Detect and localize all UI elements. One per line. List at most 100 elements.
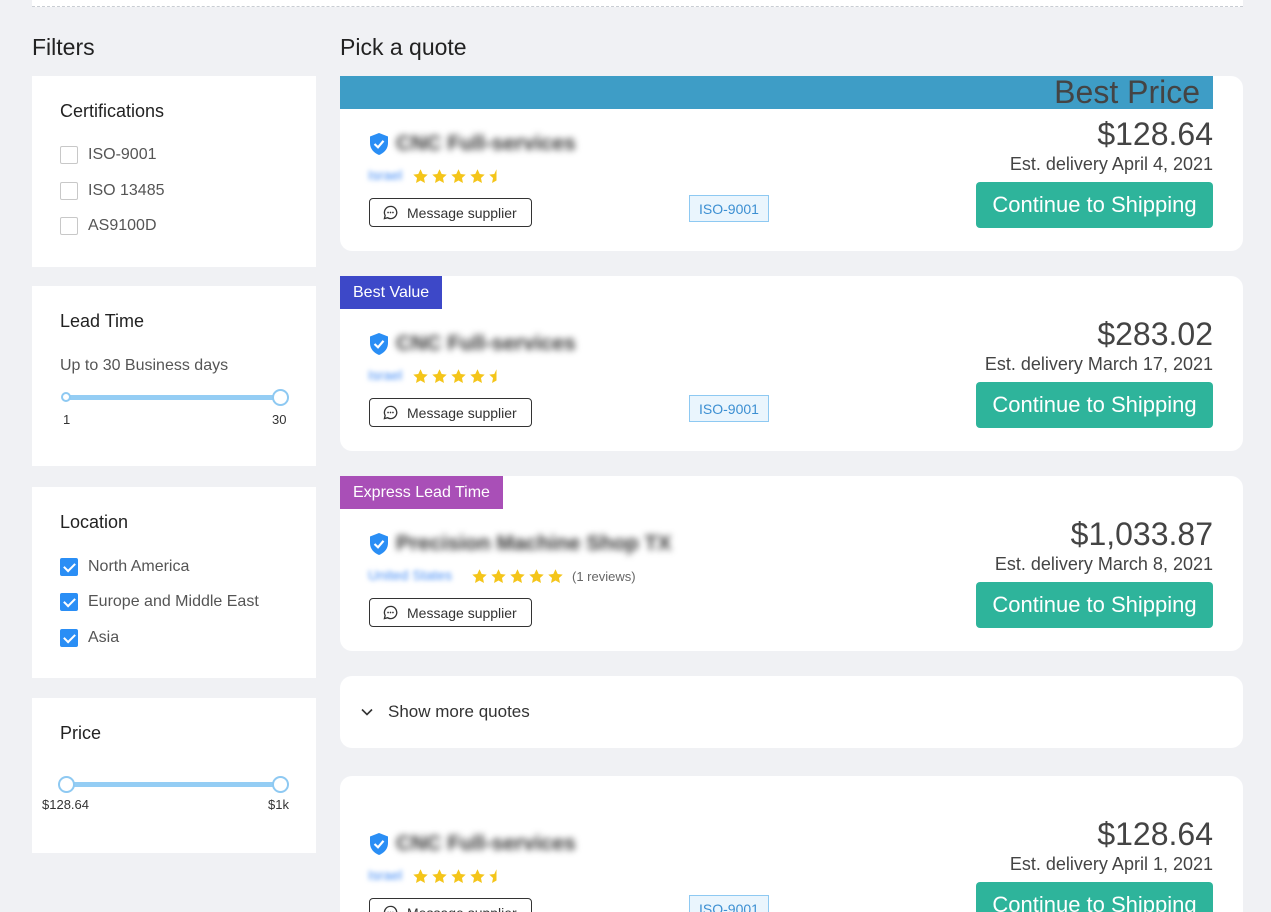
quote-price: $1,033.87 [1070,516,1213,552]
quote-card: Express Lead Time Precision Machine Shop… [340,476,1243,651]
cert-option-label: ISO 13485 [88,182,165,199]
supplier-name[interactable]: CNC Full-services [396,832,576,856]
price-heading: Price [60,723,102,743]
chat-bubble-icon [383,605,398,620]
continue-to-shipping-button[interactable]: Continue to Shipping [976,582,1213,628]
cert-option-label: AS9100D [88,217,157,234]
slider-min-handle[interactable] [61,392,71,402]
rating-stars [412,867,505,885]
price-filter: Price $128.64 $1k [32,698,316,853]
lead-time-heading: Lead Time [60,311,145,331]
quote-price: $128.64 [1097,116,1213,152]
star-icon [451,168,466,183]
rating-stars [412,367,505,385]
slider-max-handle[interactable] [271,389,289,406]
star-icon [470,868,485,883]
lead-time-min-label: 1 [63,412,71,427]
checkbox-checked[interactable] [60,629,78,647]
ribbon-express-lead-time: Express Lead Time [340,476,503,509]
star-icon [413,368,428,383]
star-icon [548,568,563,583]
cert-option-iso-9001[interactable]: ISO-9001 [60,144,156,166]
shield-check-icon [370,333,388,355]
slider-max-handle[interactable] [271,776,289,793]
star-icon [529,568,544,583]
star-icon [472,568,487,583]
checkbox[interactable] [60,182,78,200]
supplier-name[interactable]: Precision Machine Shop TX [396,532,671,556]
rating-stars [412,167,505,185]
cert-option-as9100d[interactable]: AS9100D [60,215,157,237]
message-supplier-button[interactable]: Message supplier [369,398,532,427]
location-option-north-america[interactable]: North America [60,556,189,578]
quotes-title: Pick a quote [340,34,467,60]
quote-card: CNC Full-services Israel Message supplie… [340,776,1243,912]
lead-time-filter: Lead Time Up to 30 Business days 1 30 [32,286,316,466]
quote-card: Best Value CNC Full-services Israel Mess… [340,276,1243,451]
star-icon [451,368,466,383]
checkbox-checked[interactable] [60,558,78,576]
checkbox[interactable] [60,146,78,164]
lead-time-slider[interactable] [61,386,289,408]
supplier-name[interactable]: CNC Full-services [396,332,576,356]
review-count[interactable]: (1 reviews) [572,569,636,584]
ribbon-best-value: Best Value [340,276,443,309]
certifications-filter: Certifications ISO-9001 ISO 13485 AS9100… [32,76,316,267]
lead-time-summary: Up to 30 Business days [60,357,229,374]
rating-stars [471,567,564,585]
checkbox[interactable] [60,217,78,235]
location-option-europe-middle-east[interactable]: Europe and Middle East [60,591,259,613]
supplier-location: United States [368,567,453,583]
continue-to-shipping-button[interactable]: Continue to Shipping [976,882,1213,912]
continue-to-shipping-button[interactable]: Continue to Shipping [976,382,1213,428]
star-icon [491,568,506,583]
ribbon-best-price: Best Price [340,76,1213,109]
location-option-label: Europe and Middle East [88,593,259,610]
cert-option-iso-13485[interactable]: ISO 13485 [60,180,165,202]
location-filter: Location North America Europe and Middle… [32,487,316,678]
chat-bubble-icon [383,905,398,912]
message-supplier-button[interactable]: Message supplier [369,898,532,912]
shield-check-icon [370,133,388,155]
checkbox-checked[interactable] [60,593,78,611]
star-icon [470,168,485,183]
chat-bubble-icon [383,205,398,220]
star-half-icon [489,168,497,183]
message-supplier-button[interactable]: Message supplier [369,598,532,627]
cert-tag: ISO-9001 [689,395,769,422]
est-delivery: Est. delivery March 8, 2021 [994,554,1213,574]
location-option-label: North America [88,558,190,575]
message-supplier-button[interactable]: Message supplier [369,198,532,227]
star-icon [432,368,447,383]
lead-time-max-label: 30 [272,412,287,427]
slider-min-handle[interactable] [57,776,75,793]
location-option-asia[interactable]: Asia [60,627,119,649]
shield-check-icon [370,533,388,555]
chat-bubble-icon [383,405,398,420]
show-more-quotes[interactable]: Show more quotes [340,676,1243,748]
supplier-location: Israel [368,367,403,383]
show-more-label: Show more quotes [388,702,530,721]
chevron-down-icon [361,708,373,716]
star-icon [413,168,428,183]
est-delivery: Est. delivery April 4, 2021 [1009,154,1213,174]
price-max-label: $1k [268,797,289,812]
quote-price: $283.02 [1097,316,1213,352]
supplier-name[interactable]: CNC Full-services [396,132,576,156]
message-supplier-label: Message supplier [407,204,517,221]
continue-to-shipping-button[interactable]: Continue to Shipping [976,182,1213,228]
star-half-icon [489,868,497,883]
location-option-label: Asia [88,629,120,646]
quote-card: Best Price CNC Full-services Israel Mess… [340,76,1243,251]
shield-check-icon [370,833,388,855]
star-icon [470,368,485,383]
certifications-heading: Certifications [60,101,165,121]
est-delivery: Est. delivery March 17, 2021 [984,354,1213,374]
cert-option-label: ISO-9001 [88,146,157,163]
message-supplier-label: Message supplier [407,604,517,621]
price-slider[interactable] [57,773,289,795]
quote-price: $128.64 [1097,816,1213,852]
filters-title: Filters [32,34,95,60]
est-delivery: Est. delivery April 1, 2021 [1009,854,1213,874]
cert-tag: ISO-9001 [689,895,769,912]
